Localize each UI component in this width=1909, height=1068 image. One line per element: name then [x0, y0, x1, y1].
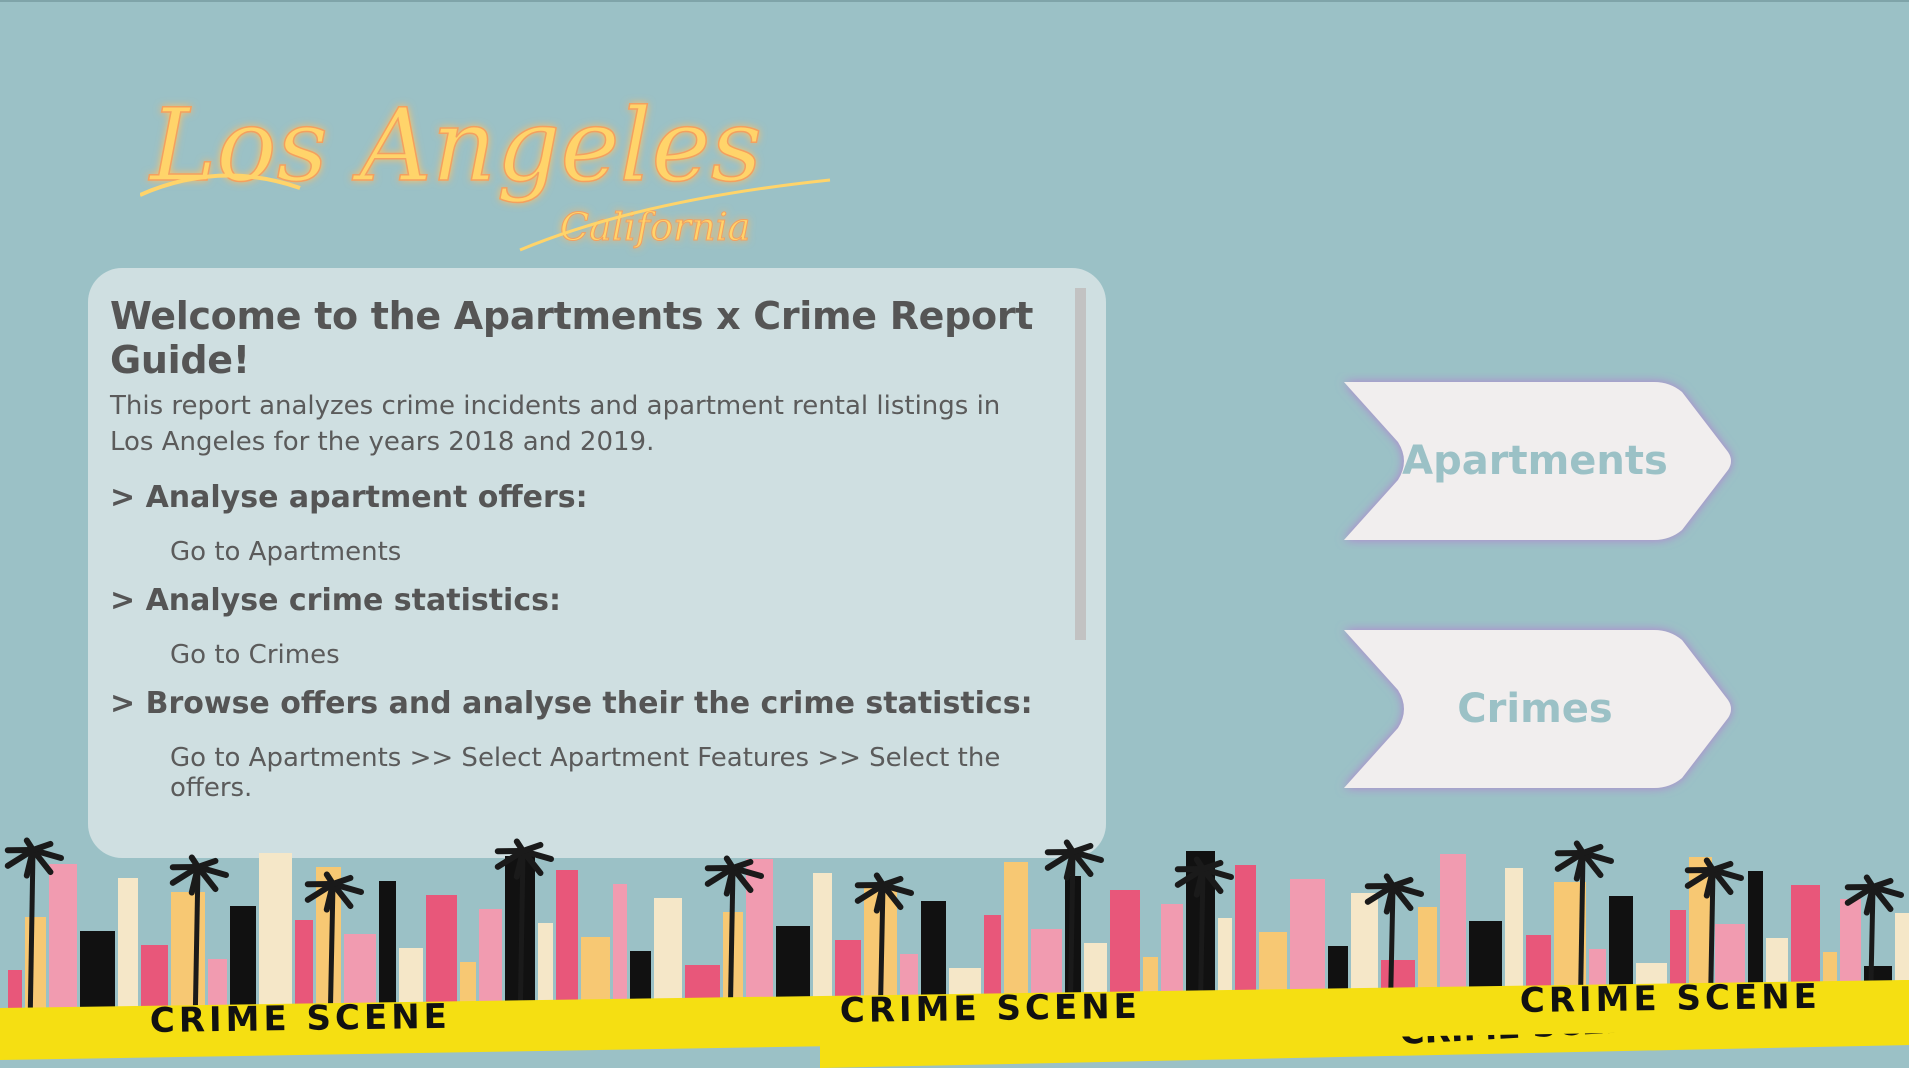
palm-leaf: [1580, 843, 1604, 856]
tape-text-3: CRIME SCENE: [1520, 977, 1822, 1021]
crimes-nav-label: Crimes: [1457, 686, 1613, 732]
panel-title: Welcome to the Apartments x Crime Report…: [110, 294, 1034, 382]
section-heading-crimes: > Analyse crime statistics:: [110, 583, 561, 618]
logo-main-text: Los Angeles: [148, 87, 762, 204]
panel-intro: This report analyzes crime incidents and…: [110, 391, 1001, 457]
palm-leaf: [1390, 876, 1414, 889]
tape-text-2: CRIME SCENE: [840, 987, 1142, 1031]
section-heading-apartments: > Analyse apartment offers:: [110, 480, 588, 515]
palm-leaf: [30, 840, 54, 853]
palm-leaf: [1710, 860, 1734, 873]
palm-leaf: [520, 841, 544, 854]
palm-tree: [27, 849, 36, 1031]
section-heading-browse: > Browse offers and analyse their the cr…: [110, 686, 1033, 721]
crimes-nav-button[interactable]: Crimes: [1330, 620, 1740, 798]
city-skyline-illustration: CRIME SCENE CRIME SCENE CRIME SCENE CRIM…: [0, 837, 1909, 1068]
section-action-crimes: Go to Crimes: [170, 640, 340, 670]
los-angeles-logo: Los Angeles California: [140, 86, 831, 252]
tape-text-1: CRIME SCENE: [150, 997, 452, 1041]
section-action-browse: Go to Apartments >> Select Apartment Fea…: [170, 743, 1001, 803]
panel-scrollbar[interactable]: [1075, 288, 1086, 640]
palm-leaf: [880, 875, 904, 888]
apartments-nav-label: Apartments: [1402, 438, 1668, 484]
palm-leaf: [1870, 877, 1894, 890]
top-border: [0, 0, 1909, 2]
section-action-apartments: Go to Apartments: [170, 537, 402, 567]
welcome-panel: Welcome to the Apartments x Crime Report…: [88, 268, 1106, 858]
palm-leaf: [195, 857, 219, 870]
apartments-nav-button[interactable]: Apartments: [1330, 372, 1740, 550]
palm-leaf: [1070, 842, 1094, 855]
